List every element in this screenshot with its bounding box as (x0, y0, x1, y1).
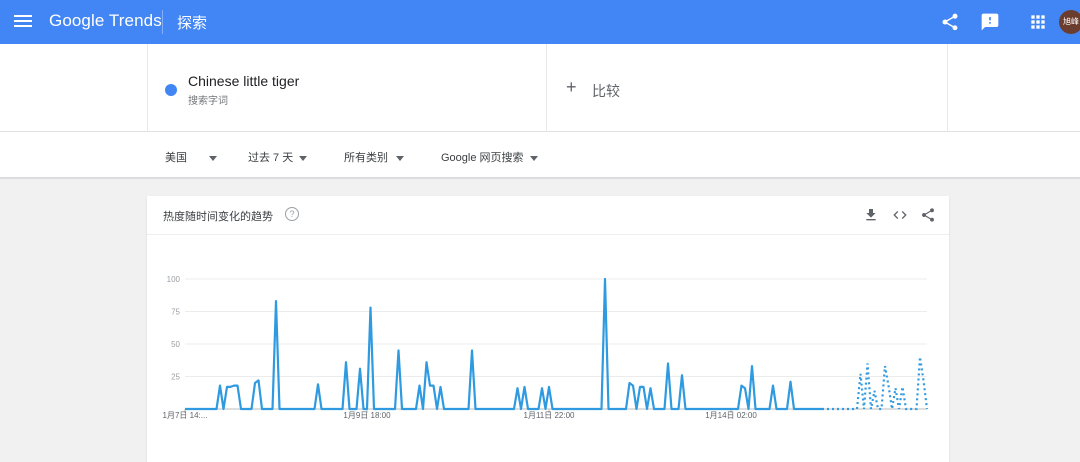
chevron-down-icon (299, 155, 308, 161)
compare-button[interactable]: + 比较 (548, 44, 948, 132)
y-tick-label: 25 (171, 373, 180, 382)
card-divider (147, 234, 949, 235)
term-color-dot (165, 84, 177, 96)
page-title: 探索 (177, 15, 208, 32)
time-range-dropdown[interactable]: 过去 7 天 (248, 149, 308, 165)
apps-grid-icon[interactable] (1028, 12, 1048, 32)
series-line-partial[interactable] (822, 356, 929, 411)
feedback-icon[interactable] (980, 12, 1000, 32)
x-tick-label: 1月14日 02:00 (705, 411, 757, 420)
plus-icon: + (566, 77, 577, 97)
top-app-bar: Google Trends 探索 旭峰 (0, 0, 1080, 44)
search-type-label: Google 网页搜索 (441, 152, 524, 164)
category-label: 所有类别 (344, 152, 388, 164)
category-dropdown[interactable]: 所有类别 (344, 149, 404, 165)
header-divider (162, 10, 163, 34)
avatar[interactable]: 旭峰 (1059, 10, 1080, 34)
download-icon[interactable] (863, 207, 879, 223)
search-term-name[interactable]: Chinese little tiger (188, 73, 299, 89)
x-tick-label: 1月9日 18:00 (343, 411, 391, 420)
filter-bar: 美国 过去 7 天 所有类别 Google 网页搜索 (0, 132, 1080, 179)
help-icon[interactable]: ? (285, 207, 299, 221)
compare-label: 比较 (592, 83, 620, 99)
x-tick-label: 1月11日 22:00 (524, 411, 576, 420)
search-type-dropdown[interactable]: Google 网页搜索 (441, 149, 538, 165)
search-terms-section: Chinese little tiger 搜索字词 + 比较 (0, 44, 1080, 132)
google-trends-logo[interactable]: Google Trends (49, 11, 162, 31)
chevron-down-icon (396, 155, 404, 161)
interest-chart: 25 50 75 100 1月7日 14:... 1月9日 18:00 1月11日 22:0… (163, 275, 929, 420)
interest-over-time-card: 25 50 75 100 1月7日 14:... 1月9日 18:00 1月11日 22:0… (147, 196, 949, 462)
search-term-type: 搜索字词 (188, 96, 228, 107)
menu-icon[interactable] (14, 13, 32, 31)
region-label: 美国 (165, 152, 187, 164)
share-icon[interactable] (920, 207, 936, 223)
time-range-label: 过去 7 天 (248, 152, 294, 164)
region-dropdown[interactable]: 美国 (165, 149, 217, 165)
y-tick-label: 100 (167, 275, 181, 284)
share-icon[interactable] (940, 12, 960, 32)
card-title: 热度随时间变化的趋势 (163, 211, 273, 223)
y-tick-label: 75 (171, 308, 180, 317)
y-tick-label: 50 (171, 340, 180, 349)
search-term-card[interactable]: Chinese little tiger 搜索字词 (147, 44, 547, 132)
chevron-down-icon (529, 155, 538, 161)
embed-code-icon[interactable] (892, 207, 908, 223)
x-tick-label: 1月7日 14:... (163, 411, 208, 420)
chevron-down-icon (209, 155, 217, 161)
